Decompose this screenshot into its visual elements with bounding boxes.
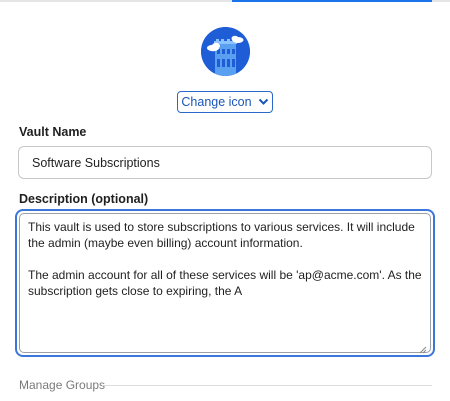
manage-groups-heading: Manage Groups [19, 378, 106, 392]
change-icon-button[interactable]: Change icon [177, 91, 273, 113]
vault-name-label: Vault Name [19, 125, 87, 139]
active-tab-indicator [232, 0, 432, 2]
vault-icon [201, 27, 250, 76]
description-focus-ring: This vault is used to store subscription… [15, 209, 435, 357]
manage-groups-divider [102, 385, 432, 386]
resize-grip-icon[interactable] [419, 341, 427, 354]
description-label: Description (optional) [19, 192, 149, 206]
vault-name-input[interactable] [18, 146, 432, 179]
description-textarea[interactable]: This vault is used to store subscription… [19, 213, 431, 353]
chevron-down-icon [258, 95, 269, 109]
change-icon-label: Change icon [181, 95, 252, 109]
